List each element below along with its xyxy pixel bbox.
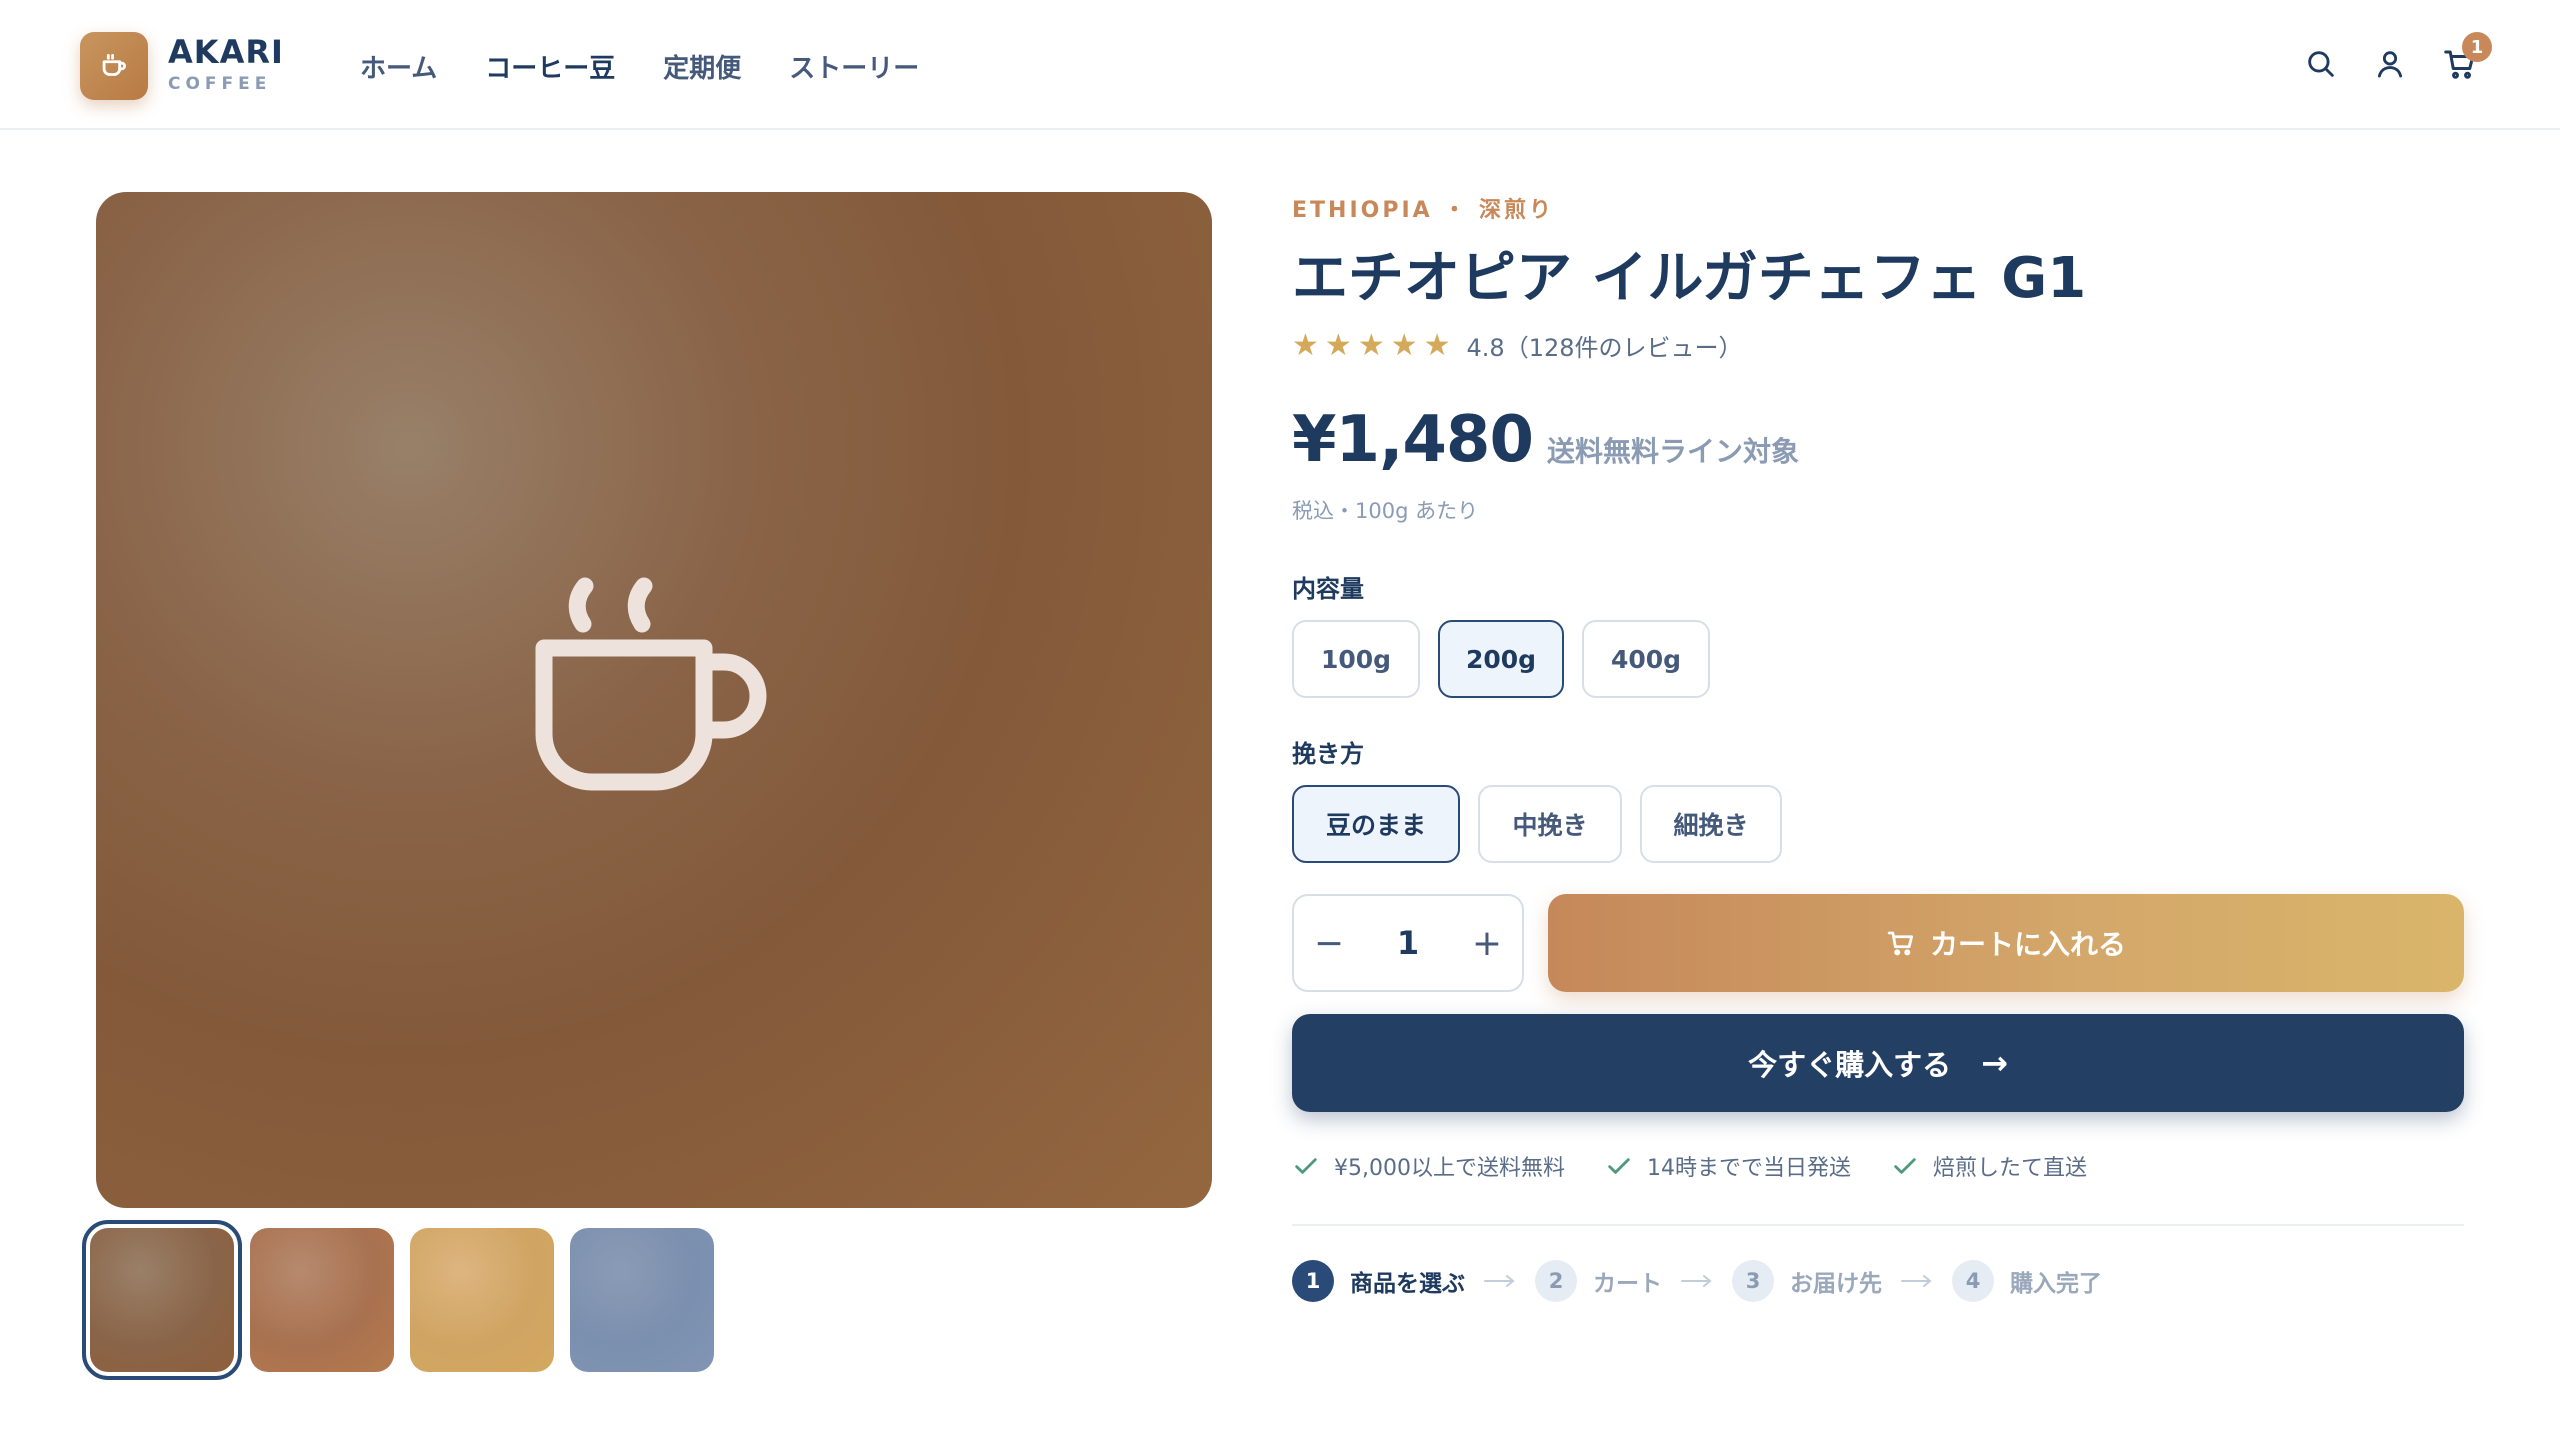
step-label: お届け先 [1790, 1271, 1882, 1297]
arrow-right-icon: → [1981, 1044, 2008, 1082]
free-shipping-note: 送料無料ライン対象 [1546, 435, 1799, 468]
feature-label: ¥5,000以上で送料無料 [1334, 1156, 1565, 1181]
step-number: 4 [1952, 1260, 1994, 1302]
step-number: 3 [1732, 1260, 1774, 1302]
grind-options: 豆のまま 中挽き 細挽き [1292, 785, 2464, 863]
rating-stars: ★ ★ ★ ★ ★ [1292, 327, 1451, 363]
buy-now-button[interactable]: 今すぐ購入する → [1292, 1014, 2464, 1112]
checkout-steps: 1 商品を選ぶ 2 カート 3 お届け先 4 購入完了 [1292, 1260, 2102, 1302]
quantity-decrease-button[interactable]: − [1294, 896, 1364, 990]
check-icon [1295, 1158, 1317, 1174]
thumbnail-4[interactable] [570, 1228, 714, 1372]
feature-label: 14時までで当日発送 [1646, 1156, 1851, 1181]
quantity-value[interactable]: 1 [1364, 896, 1452, 990]
divider [1292, 1224, 2464, 1226]
step-number: 1 [1292, 1260, 1334, 1302]
grind-option-medium[interactable]: 中挽き [1478, 785, 1622, 863]
search-icon[interactable] [2301, 44, 2341, 84]
feature-item: 焙煎したて直送 [1891, 1150, 2087, 1182]
star-icon: ★ [1390, 327, 1418, 363]
step-select-product: 1 商品を選ぶ [1292, 1260, 1465, 1302]
step-cart: 2 カート [1535, 1260, 1662, 1302]
product-rating[interactable]: ★ ★ ★ ★ ★ 4.8（128件のレビュー） [1292, 328, 2464, 363]
feature-list: ¥5,000以上で送料無料 14時までで当日発送 焙煎したて直送 [1292, 1150, 2087, 1182]
size-label: 内容量 [1292, 575, 1364, 603]
nav-home[interactable]: ホーム [360, 48, 437, 85]
grind-option-fine[interactable]: 細挽き [1640, 785, 1782, 863]
add-to-cart-label: カートに入れる [1929, 928, 2126, 961]
rating-text: 4.8（128件のレビュー） [1466, 334, 1743, 362]
nav-story[interactable]: ストーリー [789, 48, 919, 85]
star-icon: ★ [1292, 327, 1319, 363]
step-number: 2 [1535, 1260, 1577, 1302]
brand-name: AKARI [168, 33, 284, 71]
feature-item: ¥5,000以上で送料無料 [1292, 1150, 1565, 1182]
size-option-200g[interactable]: 200g [1438, 620, 1564, 698]
brand[interactable]: AKARI COFFEE [168, 34, 284, 94]
thumbnail-2[interactable] [250, 1228, 394, 1372]
grind-label: 挽き方 [1292, 740, 1364, 768]
product-origin: ETHIOPIA ・ 深煎り [1292, 198, 1554, 223]
buy-now-label: 今すぐ購入する [1748, 1048, 1952, 1082]
step-label: 購入完了 [2010, 1271, 2102, 1297]
site-header: AKARI COFFEE ホーム コーヒー豆 定期便 ストーリー 1 [0, 0, 2560, 130]
star-icon: ★ [1423, 327, 1451, 363]
size-option-100g[interactable]: 100g [1292, 620, 1420, 698]
grind-option-whole-bean[interactable]: 豆のまま [1292, 785, 1460, 863]
price-row: ¥1,480 送料無料ライン対象 [1292, 403, 2464, 477]
star-icon: ★ [1357, 327, 1385, 363]
size-option-400g[interactable]: 400g [1582, 620, 1710, 698]
product-title: エチオピア イルガチェフェ G1 [1292, 246, 2087, 311]
product-main-image[interactable] [96, 192, 1212, 1208]
main-nav: ホーム コーヒー豆 定期便 ストーリー [360, 48, 919, 85]
size-section: 内容量 100g 200g 400g [1292, 569, 2464, 698]
add-to-cart-button[interactable]: カートに入れる [1548, 894, 2464, 992]
tax-note: 税込・100g あたり [1292, 499, 1479, 523]
feature-label: 焙煎したて直送 [1932, 1156, 2087, 1181]
cart-icon [1887, 931, 1913, 956]
coffee-cup-icon [535, 577, 767, 791]
thumbnail-3[interactable] [410, 1228, 554, 1372]
arrow-right-icon [1483, 1273, 1517, 1289]
cart-count-badge: 1 [2462, 32, 2492, 62]
size-options: 100g 200g 400g [1292, 620, 2464, 698]
coffee-cup-icon [102, 53, 126, 76]
step-label: 商品を選ぶ [1350, 1271, 1465, 1297]
brand-subtitle: COFFEE [168, 74, 272, 94]
product-price: ¥1,480 [1292, 403, 1534, 477]
arrow-right-icon [1680, 1273, 1714, 1289]
nav-subscription[interactable]: 定期便 [663, 48, 741, 85]
step-label: カート [1593, 1271, 1662, 1297]
feature-item: 14時までで当日発送 [1605, 1150, 1851, 1182]
product-info: ETHIOPIA ・ 深煎り エチオピア イルガチェフェ G1 ★ ★ ★ ★ … [1292, 192, 2464, 1302]
nav-coffee-beans[interactable]: コーヒー豆 [485, 48, 615, 85]
star-icon: ★ [1324, 327, 1352, 363]
user-icon[interactable] [2370, 44, 2410, 84]
grind-section: 挽き方 豆のまま 中挽き 細挽き [1292, 734, 2464, 863]
logo[interactable] [80, 32, 148, 100]
thumbnail-strip [82, 1220, 714, 1380]
check-icon [1894, 1158, 1916, 1174]
quantity-stepper: − 1 + [1292, 894, 1524, 992]
check-icon [1608, 1158, 1630, 1174]
step-delivery: 3 お届け先 [1732, 1260, 1882, 1302]
step-complete: 4 購入完了 [1952, 1260, 2102, 1302]
thumbnail-1[interactable] [82, 1220, 242, 1380]
quantity-increase-button[interactable]: + [1452, 896, 1522, 990]
arrow-right-icon [1900, 1273, 1934, 1289]
